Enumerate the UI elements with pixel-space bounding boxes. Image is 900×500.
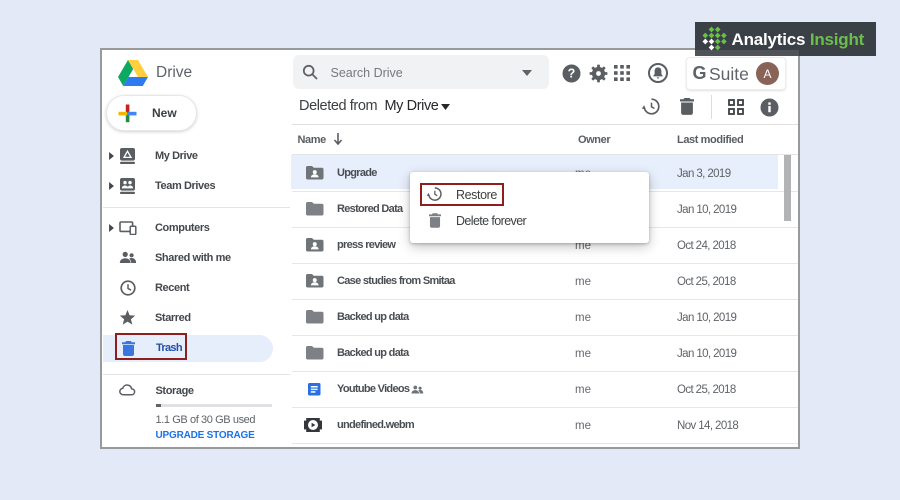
svg-text:?: ? bbox=[568, 67, 576, 81]
